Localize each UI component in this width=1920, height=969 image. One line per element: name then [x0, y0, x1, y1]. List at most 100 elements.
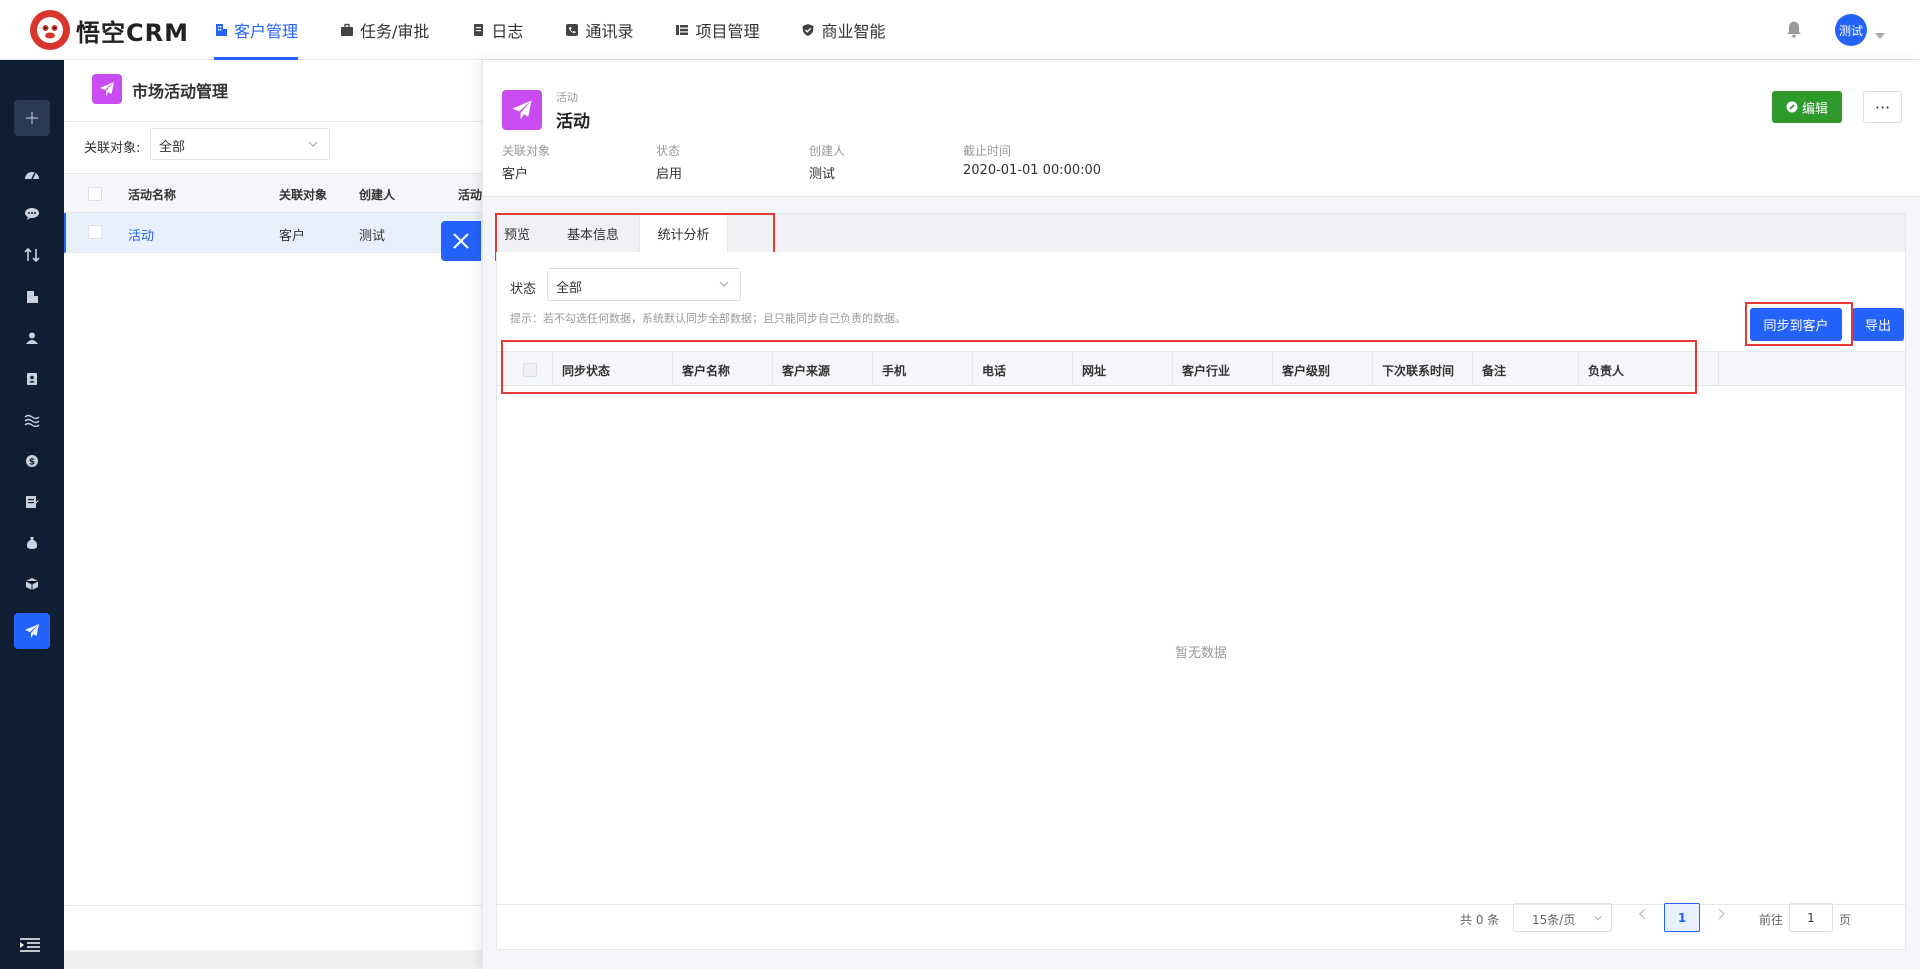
select-value: 全部	[159, 140, 186, 155]
chevron-right-icon	[1718, 908, 1726, 920]
monkey-logo-icon	[30, 10, 70, 50]
checkbox-column	[497, 352, 553, 386]
plus-icon	[26, 112, 38, 124]
nav-project-management[interactable]: 项目管理	[675, 0, 759, 60]
tab-statistics[interactable]: 统计分析	[639, 214, 728, 253]
more-actions-button[interactable]: ···	[1863, 91, 1902, 123]
page-size-select[interactable]: 15条/页	[1513, 903, 1612, 932]
column-header[interactable]: 备注	[1473, 352, 1579, 386]
logo[interactable]: 悟空CRM	[30, 10, 189, 50]
pagination-total: 共 0 条	[1460, 913, 1500, 927]
next-page-button[interactable]	[1716, 907, 1726, 925]
creator-cell: 测试	[359, 229, 386, 244]
paper-plane-icon	[25, 624, 39, 638]
chevron-down-icon[interactable]	[1875, 27, 1885, 43]
table-row[interactable]: 活动 客户 测试	[64, 213, 482, 253]
meta-value: 测试	[809, 167, 836, 182]
dashboard-icon[interactable]	[22, 164, 42, 184]
collapse-menu-icon[interactable]	[20, 938, 40, 956]
column-header[interactable]: 客户来源	[773, 352, 873, 386]
nav-contacts[interactable]: 通讯录	[565, 0, 633, 60]
product-box-icon[interactable]	[22, 574, 42, 594]
column-header[interactable]: 网址	[1073, 352, 1173, 386]
chevron-left-icon	[1638, 908, 1646, 920]
nav-tasks-approval[interactable]: 任务/审批	[340, 0, 429, 60]
detail-header: 活动 活动 编辑 ··· 关联对象 客户 状态 启用 创建人 测试 截止时间 2…	[483, 60, 1920, 197]
meta-key: 创建人	[809, 144, 846, 158]
select-value: 15条/页	[1532, 913, 1576, 927]
dollar-coin-icon[interactable]: $	[22, 451, 42, 471]
sync-to-customer-button[interactable]: 同步到客户	[1750, 308, 1842, 341]
close-detail-button[interactable]	[441, 221, 481, 261]
nav-logs[interactable]: 日志	[471, 0, 523, 60]
building-icon[interactable]	[22, 287, 42, 307]
column-header[interactable]: 负责人	[1579, 352, 1719, 386]
contract-icon[interactable]	[22, 492, 42, 512]
empty-state: 暂无数据	[1174, 646, 1227, 661]
column-header[interactable]: 活动	[458, 186, 482, 203]
building-icon	[216, 24, 227, 36]
tab-basic-info[interactable]: 基本信息	[567, 214, 619, 253]
phone-book-icon	[566, 24, 579, 36]
state-filter-label: 状态	[510, 282, 537, 297]
state-select[interactable]: 全部	[547, 268, 741, 301]
activity-name-link[interactable]: 活动	[128, 225, 154, 244]
nav-label: 通讯录	[585, 22, 634, 41]
column-header[interactable]: 手机	[873, 352, 973, 386]
chevron-down-icon	[1594, 915, 1602, 921]
address-card-icon[interactable]	[22, 369, 42, 389]
column-header[interactable]: 下次联系时间	[1373, 352, 1473, 386]
column-header[interactable]: 活动名称	[128, 186, 176, 203]
goto-page-input[interactable]: 1	[1789, 903, 1833, 932]
select-value: 全部	[556, 281, 583, 296]
nav-customer-management[interactable]: 客户管理	[214, 0, 299, 60]
related-object-select[interactable]: 全部	[150, 128, 330, 160]
edit-button[interactable]: 编辑	[1772, 91, 1842, 123]
list-icon	[676, 25, 689, 35]
chevron-down-icon	[308, 141, 318, 147]
filter-label: 关联对象:	[84, 141, 141, 156]
nav-label: 日志	[491, 22, 524, 41]
goto-label: 前往	[1759, 913, 1784, 927]
column-header[interactable]: 客户名称	[673, 352, 773, 386]
nav-label: 商业智能	[821, 22, 886, 41]
column-header[interactable]: 电话	[973, 352, 1073, 386]
list-table-header: 活动名称 关联对象 创建人 活动	[64, 173, 482, 213]
tab-preview[interactable]: 预览	[504, 214, 530, 253]
paper-plane-icon	[502, 90, 542, 130]
prev-page-button[interactable]	[1638, 907, 1648, 925]
column-header[interactable]: 同步状态	[553, 352, 673, 386]
meta-key: 状态	[656, 144, 681, 158]
chat-icon[interactable]	[22, 204, 42, 224]
edit-button-label: 编辑	[1801, 101, 1828, 117]
row-checkbox[interactable]	[88, 225, 102, 239]
page-number-current[interactable]: 1	[1664, 903, 1700, 932]
notebook-icon	[474, 24, 484, 36]
edit-icon	[1786, 101, 1798, 113]
tab-label: 预览	[504, 228, 531, 243]
bell-icon[interactable]	[1786, 20, 1802, 42]
column-header[interactable]: 客户级别	[1273, 352, 1373, 386]
column-header[interactable]: 客户行业	[1173, 352, 1273, 386]
contact-person-icon[interactable]	[22, 328, 42, 348]
add-button[interactable]	[14, 100, 50, 136]
column-header[interactable]: 创建人	[359, 186, 395, 203]
activity-detail-panel: 活动 活动 编辑 ··· 关联对象 客户 状态 启用 创建人 测试 截止时间 2…	[482, 60, 1920, 969]
column-header[interactable]: 关联对象	[279, 186, 327, 203]
list-header: 市场活动管理	[64, 60, 482, 122]
meta-key: 关联对象	[502, 144, 551, 158]
transfer-icon[interactable]	[22, 245, 42, 265]
select-all-checkbox[interactable]	[523, 363, 537, 377]
horizontal-scrollbar[interactable]	[64, 950, 482, 969]
waves-icon[interactable]	[22, 410, 42, 430]
money-bag-icon[interactable]	[22, 533, 42, 553]
marketing-nav-item[interactable]	[14, 613, 50, 649]
select-all-checkbox[interactable]	[88, 187, 102, 201]
main-nav: 客户管理 任务/审批 日志 通讯录 项目管理 商业智能	[214, 0, 927, 60]
export-button[interactable]: 导出	[1852, 308, 1904, 341]
nav-label: 项目管理	[695, 22, 760, 41]
tab-label: 基本信息	[567, 228, 620, 243]
avatar[interactable]: 测试	[1835, 14, 1867, 46]
tab-label: 统计分析	[657, 228, 710, 243]
nav-business-intelligence[interactable]: 商业智能	[801, 0, 885, 60]
